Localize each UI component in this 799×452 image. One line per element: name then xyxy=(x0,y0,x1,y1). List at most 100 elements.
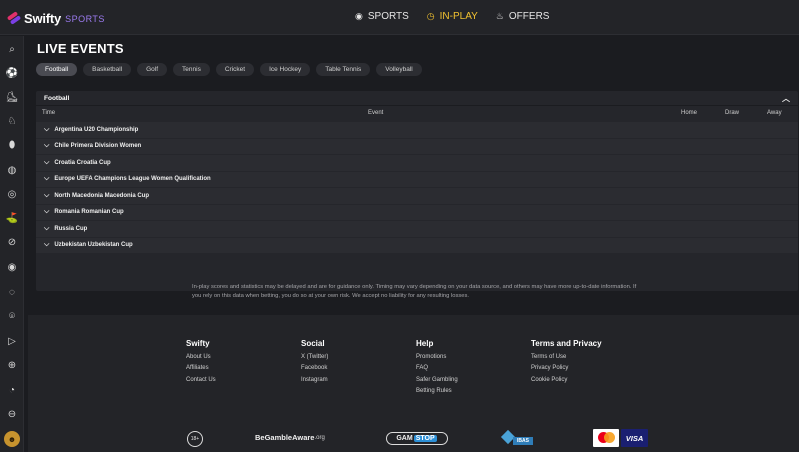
panel-title: Football xyxy=(44,94,70,102)
footer-heading: Social xyxy=(301,339,325,348)
search-icon[interactable]: ⌕ xyxy=(4,41,20,57)
rugby-icon[interactable]: ⊘ xyxy=(4,234,20,250)
league-name: Russia Cup xyxy=(54,225,88,232)
chevron-down-icon: ⌵ xyxy=(44,208,50,216)
league-name: Croatia Croatia Cup xyxy=(54,159,111,166)
league-row[interactable]: ⌵ Europe UEFA Champions League Women Qual… xyxy=(36,171,798,187)
tab-golf[interactable]: Golf xyxy=(137,63,168,76)
col-home: Home xyxy=(681,110,698,116)
league-row[interactable]: ⌵ Croatia Croatia Cup xyxy=(36,155,798,171)
mastercard-icon xyxy=(593,429,619,447)
league-name: Chile Primera Division Women xyxy=(54,143,142,150)
clock-icon: ◷ xyxy=(426,11,435,21)
football-icon[interactable]: ⚽ xyxy=(4,65,20,81)
begambleaware-logo[interactable]: BeGambleAware .org xyxy=(255,433,325,442)
footer-badges: 18+ BeGambleAware .org GAM STOP IBAS VISA xyxy=(28,429,799,449)
begambleaware-text: BeGambleAware xyxy=(255,433,315,442)
tab-football[interactable]: Football xyxy=(36,63,78,76)
darts-icon[interactable]: ◉ xyxy=(4,259,20,275)
league-row[interactable]: ⌵ Chile Primera Division Women xyxy=(36,138,798,154)
footer-link-safer-gambling[interactable]: Safer Gambling xyxy=(416,377,458,383)
events-panel: Football ︿ Time Event Home Draw Away ⌵ Ar… xyxy=(36,91,798,291)
col-time: Time xyxy=(42,110,56,116)
american-football-icon[interactable]: ⬮ xyxy=(4,137,20,153)
horse-racing-icon[interactable]: ♘ xyxy=(4,113,20,129)
col-draw: Draw xyxy=(725,110,740,116)
col-away: Away xyxy=(767,110,782,116)
footer-link-promotions[interactable]: Promotions xyxy=(416,354,458,360)
nav-in-play[interactable]: ◷ IN-PLAY xyxy=(427,11,478,22)
footer-col-help: Help Promotions FAQ Safer Gambling Betti… xyxy=(416,339,458,399)
chevron-down-icon: ⌵ xyxy=(44,224,50,232)
sport-icon-sidebar: ⌕ ⚽ ⛸ ♘ ⬮ ◍ ◎ ⛳ ⊘ ◉ ◌ ⌾ ▷ ⊕ ◔ ⊖ ☻ xyxy=(0,36,24,452)
footer-link-contact-us[interactable]: Contact Us xyxy=(186,377,216,383)
basketball-icon[interactable]: ◎ xyxy=(4,186,20,202)
tab-tennis[interactable]: Tennis xyxy=(173,63,210,76)
chevron-down-icon: ⌵ xyxy=(44,142,50,150)
league-name: Romania Romanian Cup xyxy=(54,209,124,216)
footer-heading: Help xyxy=(416,339,434,348)
ibas-logo[interactable]: IBAS xyxy=(500,429,541,448)
league-row[interactable]: ⌵ Russia Cup xyxy=(36,221,798,237)
footer-link-privacy-policy[interactable]: Privacy Policy xyxy=(531,365,602,371)
logo-mark-icon xyxy=(6,11,22,25)
league-row[interactable]: ⌵ North Macedonia Macedonia Cup xyxy=(36,188,798,204)
panel-header[interactable]: Football ︿ xyxy=(36,91,798,106)
in-play-disclaimer: In-play scores and statistics may be del… xyxy=(192,284,637,299)
cricket-icon[interactable]: ◔ xyxy=(4,382,20,398)
chevron-down-icon: ⌵ xyxy=(44,191,50,199)
gamstop-logo[interactable]: GAM STOP xyxy=(386,432,448,445)
visa-logo: VISA xyxy=(621,429,648,447)
footer-link-terms-of-use[interactable]: Terms of Use xyxy=(531,354,602,360)
globe-icon[interactable]: ⊕ xyxy=(4,357,20,373)
chevron-up-icon[interactable]: ︿ xyxy=(782,93,790,104)
tab-cricket[interactable]: Cricket xyxy=(215,63,255,76)
footer-link-cookie-policy[interactable]: Cookie Policy xyxy=(531,377,602,383)
tennis-icon[interactable]: ◍ xyxy=(4,162,20,178)
flame-icon: ♨ xyxy=(495,11,504,21)
nav-sports[interactable]: ◉ SPORTS xyxy=(355,11,409,22)
logo[interactable]: Swifty SPORTS xyxy=(6,9,105,27)
logo-subtext: SPORTS xyxy=(65,14,105,24)
footer-col-terms: Terms and Privacy Terms of Use Privacy P… xyxy=(531,339,602,388)
footer-heading: Swifty xyxy=(186,339,210,348)
chevron-down-icon: ⌵ xyxy=(44,158,50,166)
volleyball-icon[interactable]: ◌ xyxy=(4,284,20,300)
footer-col-social: Social X (Twitter) Facebook Instagram xyxy=(301,339,328,388)
league-row[interactable]: ⌵ Uzbekistan Uzbekistan Cup xyxy=(36,237,798,253)
league-row[interactable]: ⌵ Romania Romanian Cup xyxy=(36,204,798,220)
footer-link-instagram[interactable]: Instagram xyxy=(301,377,328,383)
league-name: Uzbekistan Uzbekistan Cup xyxy=(54,242,133,249)
nav-offers[interactable]: ♨ OFFERS xyxy=(496,11,550,22)
page-title: LIVE EVENTS xyxy=(37,41,124,56)
footer-link-facebook[interactable]: Facebook xyxy=(301,365,328,371)
col-event: Event xyxy=(368,110,384,116)
gamstop-text-b: STOP xyxy=(413,435,437,442)
league-row[interactable]: ⌵ Argentina U20 Championship xyxy=(36,122,798,138)
footer-link-twitter[interactable]: X (Twitter) xyxy=(301,354,328,360)
esports-icon[interactable]: ▷ xyxy=(4,333,20,349)
footer-link-about-us[interactable]: About Us xyxy=(186,354,216,360)
hockey-icon[interactable]: ⊖ xyxy=(4,406,20,422)
league-name: North Macedonia Macedonia Cup xyxy=(54,192,149,199)
age-restriction-badge: 18+ xyxy=(187,431,203,447)
tab-basketball[interactable]: Basketball xyxy=(83,63,132,76)
gamstop-text-a: GAM xyxy=(396,435,413,442)
footer-link-faq[interactable]: FAQ xyxy=(416,365,458,371)
tab-ice-hockey[interactable]: Ice Hockey xyxy=(260,63,311,76)
ibas-text: IBAS xyxy=(513,437,533,445)
location-icon[interactable]: ⌾ xyxy=(4,308,20,324)
league-name: Argentina U20 Championship xyxy=(54,126,139,133)
footer-link-betting-rules[interactable]: Betting Rules xyxy=(416,388,458,394)
tab-table-tennis[interactable]: Table Tennis xyxy=(316,63,371,76)
tab-volleyball[interactable]: Volleyball xyxy=(376,63,422,76)
nav-label: SPORTS xyxy=(367,11,409,22)
chevron-down-icon: ⌵ xyxy=(44,241,50,249)
golf-icon[interactable]: ⛳ xyxy=(4,210,20,226)
column-header: Time Event Home Draw Away xyxy=(36,106,798,121)
footer-link-affiliates[interactable]: Affiliates xyxy=(186,365,216,371)
user-avatar-icon[interactable]: ☻ xyxy=(4,431,20,447)
league-name: Europe UEFA Champions League Women Quali… xyxy=(54,176,211,183)
begambleaware-suffix: .org xyxy=(314,434,325,441)
boot-icon[interactable]: ⛸ xyxy=(4,89,20,105)
